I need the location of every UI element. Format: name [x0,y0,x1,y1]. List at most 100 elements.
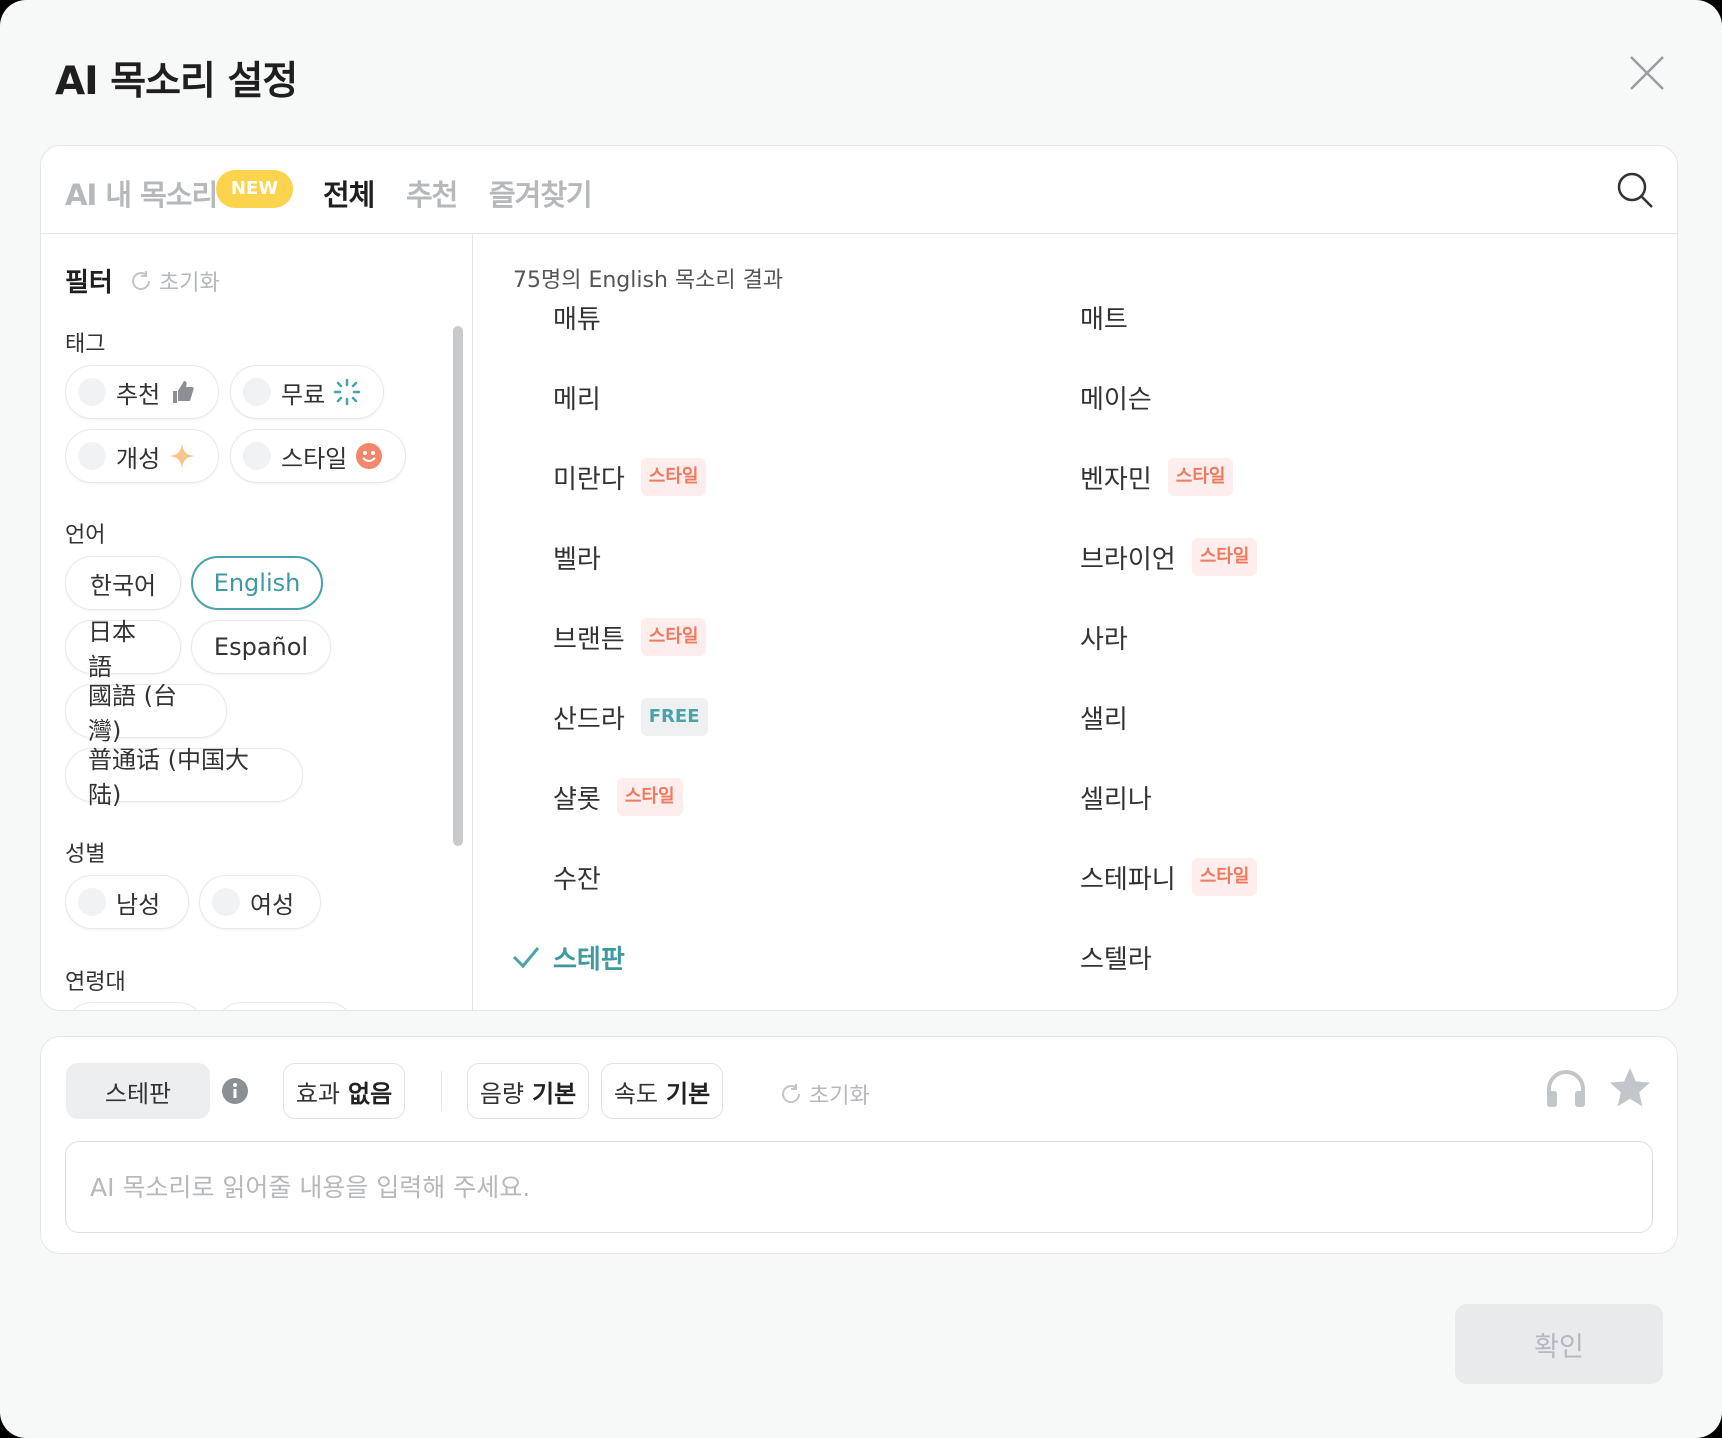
voice-item[interactable]: 사라 [1080,618,1128,656]
volume-button[interactable]: 음량 기본 [467,1063,589,1119]
selected-voice-chip: 스테판 [66,1063,210,1119]
voice-item[interactable]: 스테파니 스타일 [1080,858,1258,896]
voice-name: 산드라 [553,704,625,735]
voice-item[interactable]: 샐리 [1080,698,1128,736]
style-badge: 스타일 [616,778,683,816]
voice-name: 스테파니 [1080,864,1176,895]
results-count: 75명의 English 목소리 결과 [513,268,784,293]
voice-item[interactable]: 메이슨 [1080,378,1152,416]
style-badge: 스타일 [640,458,707,496]
voice-item[interactable]: 셀리나 [1080,778,1152,816]
volume-value: 기본 [532,1079,577,1108]
tag-label: 스타일 [281,444,348,473]
volume-label: 음량 [479,1079,524,1108]
filter-sidebar: 필터 초기화 태그 추천 무료 개성 스타일 언어 한국어 English 日本… [41,234,473,1010]
radio-circle [78,888,106,916]
age-section-label: 연령대 [65,970,126,995]
voice-browser-panel: AI 내 목소리 NEW 전체 추천 즐겨찾기 필터 초기화 태그 추천 무료 … [40,145,1678,1011]
voice-item[interactable]: 수잔 [553,858,601,896]
gender-section-label: 성별 [65,842,106,867]
tab-favorites[interactable]: 즐겨찾기 [489,172,593,214]
language-chip-japanese[interactable]: 日本語 [65,618,181,681]
age-chip[interactable] [215,1002,355,1010]
gender-chip-female[interactable]: 여성 [199,875,321,929]
voice-settings-dialog: AI 목소리 설정 AI 내 목소리 NEW 전체 추천 즐겨찾기 필터 초기화… [0,0,1722,1438]
refresh-icon [782,1084,801,1103]
tag-chip-personality[interactable]: 개성 [65,429,219,483]
tag-chip-recommended[interactable]: 추천 [65,365,219,419]
voice-results: 75명의 English 목소리 결과 매튜 매트 메리 메이슨 미란다 스타일 벤자민 스타… [473,234,1677,1010]
style-badge: 스타일 [1191,538,1258,576]
language-chip-korean[interactable]: 한국어 [65,556,181,610]
voice-name: 벤자민 [1080,464,1152,495]
tab-my-voice[interactable]: AI 내 목소리 [65,172,218,214]
radio-circle [78,378,106,406]
confirm-button[interactable]: 확인 [1455,1304,1663,1384]
tag-section-label: 태그 [65,332,106,357]
voice-item[interactable]: 메리 [553,378,601,416]
style-badge: 스타일 [1167,458,1234,496]
voice-item[interactable]: 매트 [1080,298,1128,336]
language-chip-spanish[interactable]: Español [191,620,331,674]
voice-item[interactable]: 벤자민 스타일 [1080,458,1234,496]
voice-name: 메이슨 [1080,384,1152,415]
age-chip[interactable] [65,1002,205,1010]
effect-button[interactable]: 효과 없음 [283,1063,405,1119]
thumbs-up-icon [168,378,196,406]
free-badge: FREE [640,698,708,736]
voice-item[interactable]: 벨라 [553,538,601,576]
controls-reset-button[interactable]: 초기화 [779,1078,870,1110]
tag-label: 무료 [281,380,326,409]
voice-name: 벨라 [553,544,601,575]
radio-circle [212,888,240,916]
smiley-icon [355,442,383,470]
gender-label: 남성 [116,890,161,919]
voice-name: 샐리 [1080,704,1128,735]
divider [441,1071,442,1111]
voice-name: 수잔 [553,864,601,895]
voice-item[interactable]: 샬롯 스타일 [553,778,683,816]
voice-item[interactable]: 산드라 FREE [553,698,708,736]
voice-name: 브랜튼 [553,624,625,655]
radio-circle [243,378,271,406]
voice-item[interactable]: 브라이언 스타일 [1080,538,1258,576]
language-chip-english[interactable]: English [191,556,323,610]
tag-label: 추천 [116,380,161,409]
voice-item[interactable]: 브랜튼 스타일 [553,618,707,656]
playback-controls-panel: 스테판 효과 없음 음량 기본 속도 기본 초기화 [40,1036,1678,1254]
filter-title: 필터 [65,268,113,298]
speed-button[interactable]: 속도 기본 [601,1063,723,1119]
tab-bar: AI 내 목소리 NEW 전체 추천 즐겨찾기 [41,146,1677,234]
voice-item[interactable]: 스텔라 [1080,938,1152,976]
voice-name: 브라이언 [1080,544,1176,575]
voice-name: 셀리나 [1080,784,1152,815]
tts-text-input[interactable] [65,1141,1653,1233]
voice-item[interactable]: 미란다 스타일 [553,458,707,496]
voice-item[interactable]: 매튜 [553,298,601,336]
tag-chip-style[interactable]: 스타일 [230,429,406,483]
tag-label: 개성 [116,444,161,473]
voice-name: 스테판 [553,944,625,975]
info-icon[interactable] [221,1077,249,1105]
voice-name: 스텔라 [1080,944,1152,975]
language-chip-mandarin[interactable]: 普通话 (中国大陆) [65,746,303,809]
voice-name: 메리 [553,384,601,415]
close-icon[interactable] [1628,54,1666,92]
filter-reset-button[interactable]: 초기화 [129,265,220,297]
language-chip-taiwanese[interactable]: 國語 (台灣) [65,682,227,745]
filter-reset-label: 초기화 [159,271,220,296]
star-icon[interactable] [1607,1065,1653,1111]
refresh-icon [132,271,151,290]
sidebar-scrollbar[interactable] [453,326,463,846]
tab-all[interactable]: 전체 [323,172,375,214]
headphones-icon[interactable] [1543,1065,1589,1111]
voice-item[interactable]: 스테판 [553,938,625,976]
four-point-star-icon [168,442,196,470]
style-badge: 스타일 [640,618,707,656]
tag-chip-free[interactable]: 무료 [230,365,384,419]
voice-name: 매트 [1080,304,1128,335]
dialog-title: AI 목소리 설정 [55,59,298,104]
search-icon[interactable] [1615,170,1655,210]
tab-recommended[interactable]: 추천 [406,172,458,214]
gender-chip-male[interactable]: 남성 [65,875,189,929]
